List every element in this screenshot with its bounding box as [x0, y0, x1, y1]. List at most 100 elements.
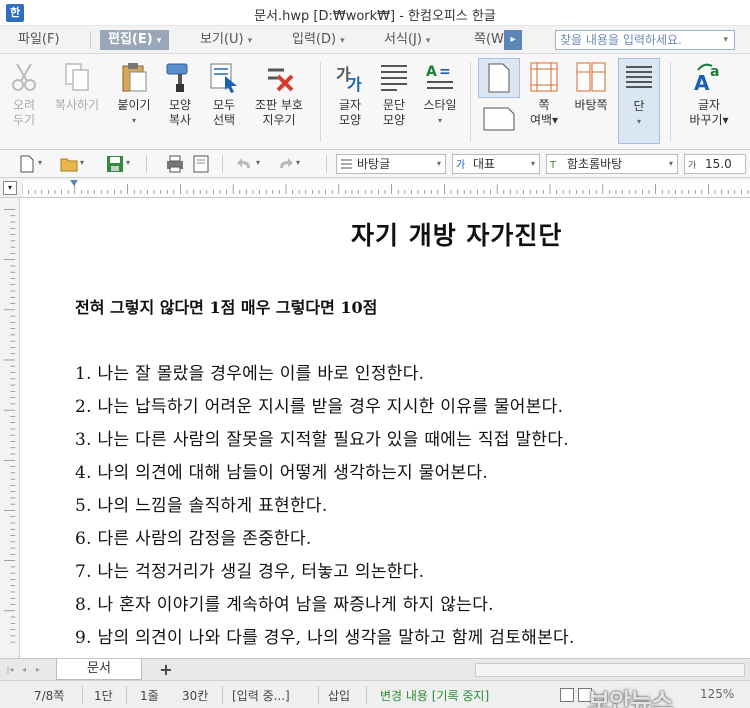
columns-icon: [626, 66, 652, 88]
vertical-ruler[interactable]: [0, 198, 20, 658]
portrait-page-icon: [488, 63, 510, 93]
chevron-down-icon[interactable]: ▾: [619, 114, 659, 129]
style-button[interactable]: A = 스타일 ▾: [418, 60, 462, 128]
status-line: 1줄: [140, 689, 159, 703]
horizontal-ruler[interactable]: [22, 180, 750, 196]
svg-text:A: A: [426, 64, 437, 80]
prev-tab-icon[interactable]: ◂: [18, 663, 30, 677]
change-case-label: 글자: [697, 98, 721, 112]
svg-text:가: 가: [688, 160, 696, 170]
menu-overflow-button[interactable]: ▸: [504, 30, 522, 50]
status-insert[interactable]: 삽입: [328, 687, 350, 704]
chevron-down-icon[interactable]: ▾: [418, 113, 462, 128]
page-margin-label: 쪽: [538, 98, 550, 112]
search-placeholder: 찾을 내용을 입력하세요.: [560, 33, 682, 47]
new-document-icon[interactable]: [18, 155, 36, 173]
undo-icon[interactable]: [236, 155, 254, 173]
status-divider: [366, 686, 367, 704]
font-select[interactable]: T 함초롬바탕 ▾: [546, 154, 678, 174]
indent-marker[interactable]: [70, 180, 78, 186]
paragraph-shape-button[interactable]: 문단 모양: [374, 60, 414, 128]
change-case-button[interactable]: Aa 글자 바꾸기▾: [678, 60, 740, 128]
style-select[interactable]: 바탕글 ▾: [336, 154, 446, 174]
landscape-button[interactable]: [478, 106, 520, 136]
chevron-down-icon[interactable]: ▾: [126, 158, 130, 167]
change-case-label-2: 바꾸기▾: [689, 113, 729, 127]
toolbar-divider: [146, 155, 147, 173]
add-tab-button[interactable]: +: [144, 660, 188, 680]
chevron-down-icon[interactable]: ▾: [296, 158, 300, 167]
list-item: 7. 나는 걱정거리가 생길 경우, 터놓고 의논한다.: [75, 562, 425, 582]
list-item: 8. 나 혼자 이야기를 계속하여 남을 짜증나게 하지 않는다.: [75, 595, 494, 615]
search-input[interactable]: 찾을 내용을 입력하세요. ▾: [555, 30, 735, 50]
chevron-down-icon[interactable]: ▾: [38, 158, 42, 167]
list-item: 3. 나는 다른 사람의 잘못을 지적할 필요가 있을 때에는 직접 말한다.: [75, 430, 570, 450]
style-select-value: 바탕글: [357, 157, 391, 171]
status-mode: [입력 중...]: [232, 689, 290, 703]
menu-insert[interactable]: 입력(D) ▾: [288, 30, 349, 50]
document-title: 자기 개방 자가진단: [351, 221, 563, 250]
copy-button[interactable]: 복사하기: [48, 60, 106, 113]
ribbon-divider: [470, 62, 471, 142]
paste-button[interactable]: 붙이기 ▾: [112, 60, 156, 128]
status-divider: [82, 686, 83, 704]
master-page-button[interactable]: 바탕쪽: [568, 60, 614, 113]
status-page[interactable]: 7/8쪽: [34, 687, 64, 704]
question-list: 1. 나는 잘 몰랐을 경우에는 이를 바로 인정한다. 2. 나는 납득하기 …: [75, 358, 750, 655]
open-folder-icon[interactable]: [60, 155, 78, 173]
chevron-down-icon[interactable]: ▾: [112, 113, 156, 128]
status-bar: 7/8쪽 1단 1줄 30칸 [입력 중...] 삽입 변경 내용 [기록 중지…: [0, 680, 750, 708]
copy-icon: [65, 63, 89, 91]
font-size-input[interactable]: 가 15.0: [684, 154, 746, 174]
portrait-button[interactable]: [478, 58, 520, 98]
save-icon[interactable]: [106, 155, 124, 173]
cut-button[interactable]: 오려 두기: [4, 60, 44, 128]
print-icon[interactable]: [166, 155, 184, 173]
copy-label: 복사하기: [54, 98, 100, 112]
menu-view[interactable]: 보기(U) ▾: [196, 30, 256, 50]
menu-format[interactable]: 서식(J) ▾: [380, 30, 434, 50]
font-select-value: 함초롬바탕: [567, 157, 623, 171]
status-track-changes[interactable]: 변경 내용 [기록 중지]: [380, 687, 489, 704]
print-preview-icon[interactable]: [192, 155, 210, 173]
cut-label-2: 두기: [12, 113, 36, 127]
format-painter-button[interactable]: 모양 복사: [160, 60, 200, 128]
format-painter-label: 모양: [168, 98, 192, 112]
tab-document[interactable]: 문서: [56, 659, 142, 680]
horizontal-scrollbar[interactable]: [475, 663, 745, 677]
chevron-down-icon[interactable]: ▾: [256, 158, 260, 167]
normal-view-icon[interactable]: [560, 688, 574, 702]
paragraph-shape-label-2: 모양: [382, 113, 406, 127]
scissors-icon: [12, 63, 36, 91]
page-margin-label-2: 여백▾: [529, 113, 559, 127]
chevron-down-icon: ▾: [530, 159, 535, 168]
menu-edit-label: 편집(E): [108, 32, 153, 47]
ribbon-divider: [320, 62, 321, 142]
ruler-corner-button[interactable]: ▾: [3, 181, 17, 195]
chevron-down-icon[interactable]: ▾: [80, 158, 84, 167]
status-column: 30칸: [182, 689, 209, 703]
list-item: 4. 나의 의견에 대해 남들이 어떻게 생각하는지 물어본다.: [75, 463, 489, 483]
zoom-level[interactable]: 125%: [700, 687, 734, 701]
menu-format-label: 서식(J): [384, 32, 422, 47]
columns-button[interactable]: 단 ▾: [618, 58, 660, 144]
formatting-toolbar: ▾ ▾ ▾ ▾ ▾ 바탕글 ▾ 가 대표 ▾ T 함초롬바탕 ▾ 가 15.0: [0, 150, 750, 178]
next-tab-icon[interactable]: ▸: [32, 663, 44, 677]
redo-icon[interactable]: [276, 155, 294, 173]
char-shape-button[interactable]: 가가 글자 모양: [330, 60, 370, 128]
list-item: 5. 나의 느낌을 솔직하게 표현한다.: [75, 496, 328, 516]
select-all-button[interactable]: 모두 선택: [204, 60, 244, 128]
first-tab-icon[interactable]: |◂: [4, 663, 16, 677]
page-margin-button[interactable]: 쪽 여백▾: [524, 60, 564, 128]
menu-bar: 파일(F) 편집(E) ▾ 보기(U) ▾ 입력(D) ▾ 서식(J) ▾ 쪽(W) ▸…: [0, 26, 750, 54]
menu-edit[interactable]: 편집(E) ▾: [100, 30, 170, 50]
chevron-down-icon[interactable]: ▾: [723, 31, 728, 49]
menu-view-label: 보기(U): [200, 32, 244, 47]
document-page[interactable]: 자기 개방 자가진단 전혀 그렇지 않다면 1점 매우 그렇다면 10점 1. …: [21, 198, 750, 658]
menu-file[interactable]: 파일(F): [14, 30, 64, 50]
title-bar: 한 문서.hwp [D:₩work₩] - 한컴오피스 한글: [0, 0, 750, 26]
window-title: 문서.hwp [D:₩work₩] - 한컴오피스 한글: [254, 9, 496, 24]
language-select[interactable]: 가 대표 ▾: [452, 154, 540, 174]
clear-codes-button[interactable]: 조판 부호 지우기: [248, 60, 310, 128]
language-select-value: 대표: [473, 157, 496, 171]
